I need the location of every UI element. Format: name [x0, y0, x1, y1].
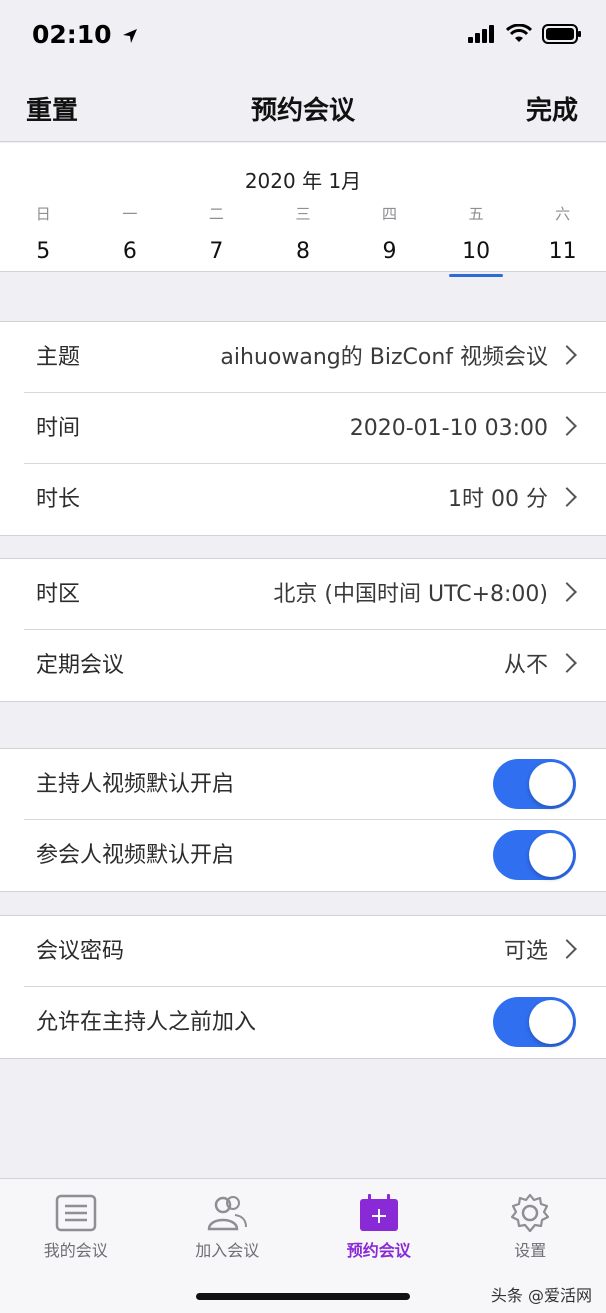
people-icon — [207, 1196, 248, 1231]
tab-schedule-meeting[interactable]: 预约会议 — [303, 1179, 455, 1279]
participant-video-row: 参会人视频默认开启 — [24, 820, 606, 891]
duration-value: 1时 00 分 — [448, 487, 548, 512]
topic-row[interactable]: 主题 aihuowang的 BizConf 视频会议 — [24, 322, 606, 393]
weekday-label: 二 — [208, 205, 224, 223]
join-before-host-row: 允许在主持人之前加入 — [24, 987, 606, 1058]
recurring-label: 定期会议 — [36, 653, 125, 678]
host-video-row: 主持人视频默认开启 — [24, 749, 606, 820]
navigation-bar: 重置 预约会议 完成 — [0, 72, 606, 142]
chevron-right-icon — [557, 653, 577, 673]
day-column[interactable]: 六 11 — [519, 203, 606, 267]
day-column[interactable]: 三 8 — [260, 203, 347, 267]
weekday-label: 六 — [555, 205, 571, 223]
status-icons — [468, 24, 582, 44]
reset-button[interactable]: 重置 — [26, 90, 78, 127]
day-number[interactable]: 9 — [346, 237, 433, 267]
calendar-month: 2020 年 1月 — [244, 169, 362, 193]
day-column[interactable]: 日 5 — [0, 203, 87, 267]
week-calendar: 2020 年 1月 日 5 一 6 二 7 三 8 四 9 五 10 六 11 — [0, 143, 606, 277]
tab-label: 预约会议 — [346, 1241, 411, 1260]
time-row[interactable]: 时间 2020-01-10 03:00 — [24, 393, 606, 464]
host-video-label: 主持人视频默认开启 — [36, 772, 235, 797]
status-time: 02:10 — [32, 20, 138, 49]
day-number[interactable]: 8 — [260, 237, 347, 267]
day-number[interactable]: 5 — [0, 237, 87, 267]
chevron-right-icon — [557, 487, 577, 507]
day-column[interactable]: 四 9 — [346, 203, 433, 267]
page-title: 预约会议 — [250, 96, 355, 126]
video-section: 主持人视频默认开启 参会人视频默认开启 — [0, 748, 606, 892]
meeting-basics-section: 主题 aihuowang的 BizConf 视频会议 时间 2020-01-10… — [0, 321, 606, 536]
topic-value: aihuowang的 BizConf 视频会议 — [220, 345, 548, 370]
location-arrow-icon — [123, 29, 138, 43]
day-column-selected[interactable]: 五 10 — [433, 203, 520, 277]
duration-row[interactable]: 时长 1时 00 分 — [24, 464, 606, 535]
day-number[interactable]: 6 — [87, 237, 174, 267]
tab-settings[interactable]: 设置 — [455, 1179, 606, 1279]
recurring-value: 从不 — [503, 653, 548, 678]
tab-label: 加入会议 — [195, 1241, 260, 1260]
meeting-list-icon — [55, 1194, 96, 1232]
battery-icon — [542, 24, 581, 44]
wifi-icon — [506, 24, 532, 42]
password-value: 可选 — [503, 939, 548, 964]
tab-my-meetings[interactable]: 我的会议 — [0, 1179, 152, 1279]
toggle-knob — [529, 762, 573, 806]
day-number[interactable]: 11 — [519, 237, 606, 267]
host-video-toggle[interactable] — [493, 759, 576, 809]
calendar-plus-icon — [359, 1194, 398, 1231]
calendar-week: 日 5 一 6 二 7 三 8 四 9 五 10 六 11 — [0, 203, 606, 277]
schedule-section: 时区 北京 (中国时间 UTC+8:00) 定期会议 从不 — [0, 558, 606, 702]
participant-video-toggle[interactable] — [493, 830, 576, 880]
chevron-right-icon — [557, 582, 577, 602]
security-section: 会议密码 可选 允许在主持人之前加入 — [0, 915, 606, 1059]
weekday-label: 三 — [295, 205, 311, 223]
weekday-label: 五 — [468, 205, 484, 223]
participant-video-label: 参会人视频默认开启 — [36, 843, 235, 868]
home-indicator[interactable] — [196, 1293, 410, 1300]
signal-icon — [468, 25, 494, 43]
done-button[interactable]: 完成 — [526, 90, 578, 127]
toggle-knob — [529, 1000, 573, 1044]
timezone-label: 时区 — [36, 582, 81, 607]
recurring-row[interactable]: 定期会议 从不 — [24, 630, 606, 701]
chevron-right-icon — [557, 345, 577, 365]
tab-label: 设置 — [514, 1241, 547, 1260]
day-column[interactable]: 一 6 — [87, 203, 174, 267]
weekday-label: 日 — [35, 205, 51, 223]
chevron-right-icon — [557, 939, 577, 959]
day-column[interactable]: 二 7 — [173, 203, 260, 267]
join-before-host-toggle[interactable] — [493, 997, 576, 1047]
time-label: 时间 — [36, 416, 81, 441]
chevron-right-icon — [557, 416, 577, 436]
toggle-knob — [529, 833, 573, 877]
day-number[interactable]: 7 — [173, 237, 260, 267]
join-before-host-label: 允许在主持人之前加入 — [36, 1010, 257, 1035]
tab-join-meeting[interactable]: 加入会议 — [152, 1179, 304, 1279]
tab-label: 我的会议 — [43, 1241, 108, 1260]
password-label: 会议密码 — [36, 939, 125, 964]
watermark-text: 头条 @爱活网 — [490, 1286, 592, 1305]
password-row[interactable]: 会议密码 可选 — [24, 916, 606, 987]
timezone-row[interactable]: 时区 北京 (中国时间 UTC+8:00) — [24, 559, 606, 630]
time-value: 2020-01-10 03:00 — [349, 416, 548, 441]
timezone-value: 北京 (中国时间 UTC+8:00) — [273, 582, 548, 607]
weekday-label: 一 — [122, 205, 138, 223]
duration-label: 时长 — [36, 487, 81, 512]
weekday-label: 四 — [382, 205, 398, 223]
topic-label: 主题 — [36, 345, 81, 370]
status-bar: 02:10 — [0, 0, 606, 72]
gear-icon — [511, 1193, 550, 1233]
day-number-selected[interactable]: 10 — [433, 237, 520, 277]
